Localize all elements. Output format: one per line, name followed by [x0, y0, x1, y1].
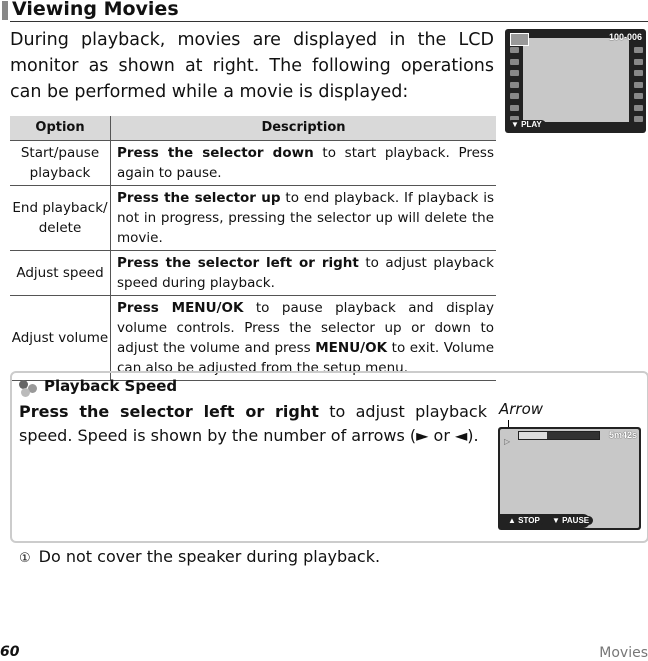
description-cell: Press the selector up to end playback. I… — [110, 185, 496, 251]
heading-bar — [2, 1, 8, 20]
film-perforation — [634, 104, 643, 111]
description-cell: Press the selector down to start playbac… — [110, 140, 496, 186]
film-perforation — [510, 93, 519, 99]
operations-table: Option Description Start/pause playback Pr… — [10, 116, 496, 381]
play-hint: ▼ PLAY — [507, 120, 546, 129]
stop-hint: ▲ STOP — [504, 516, 544, 525]
description-cell: Press MENU/OK to pause playback and disp… — [110, 295, 496, 381]
divider — [10, 21, 648, 22]
film-perforation — [510, 58, 519, 65]
intro-text: During playback, movies are displayed in… — [10, 30, 494, 102]
description-cell: Press the selector left or right to adju… — [110, 250, 496, 296]
tip-title: Playback Speed — [44, 377, 178, 395]
frame-number: 100-006 — [608, 32, 642, 42]
arrow-label: Arrow — [499, 400, 544, 418]
film-perforation — [634, 58, 643, 65]
film-perforation — [634, 116, 643, 122]
tip-icon — [19, 380, 43, 397]
film-perforation — [634, 81, 643, 88]
header-option: Option — [10, 116, 111, 141]
caution-icon: ① — [19, 551, 31, 566]
section-name: Movies — [599, 645, 648, 661]
elapsed-time: 5m42s — [608, 430, 637, 440]
film-perforation — [510, 81, 519, 88]
page-title: Viewing Movies — [12, 0, 179, 20]
film-perforation — [510, 47, 519, 53]
film-perforation — [634, 70, 643, 76]
option-cell: Start/pause playback — [10, 140, 111, 186]
pause-hint: ▼ PAUSE — [548, 516, 594, 525]
progress-bar — [518, 431, 600, 440]
film-perforation — [634, 93, 643, 99]
option-cell: Adjust volume — [10, 295, 111, 381]
tip-body: Press the selector left or right to adju… — [19, 402, 487, 445]
movie-icon — [510, 33, 529, 46]
caution-note: ① Do not cover the speaker during playbac… — [19, 547, 381, 566]
film-perforation — [510, 70, 519, 76]
option-cell: Adjust speed — [10, 250, 111, 296]
header-description: Description — [110, 116, 496, 141]
option-cell: End playback/ delete — [10, 185, 111, 251]
lcd-speed-illustration: 5m42s ▷ ▲ STOP ▼ PAUSE — [498, 427, 641, 530]
lcd-playback-illustration: 100-006 ▼ PLAY — [505, 29, 646, 133]
film-perforation — [634, 47, 643, 53]
speed-arrow-icon: ▷ — [504, 437, 511, 446]
page-number: 60 — [0, 644, 20, 660]
film-perforation — [510, 104, 519, 111]
